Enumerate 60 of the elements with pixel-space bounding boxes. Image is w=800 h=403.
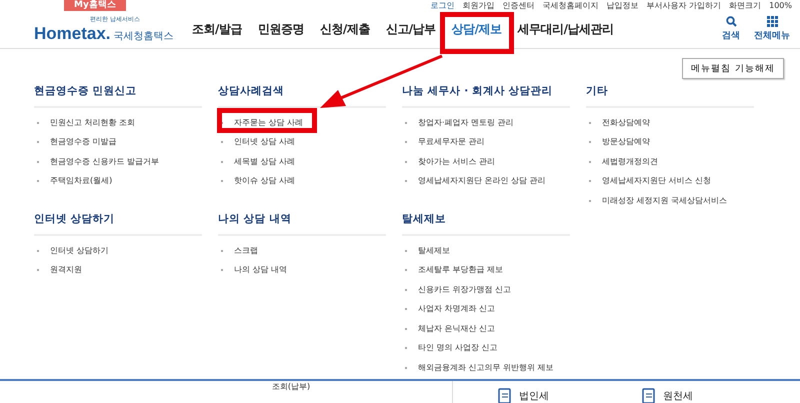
menu-item[interactable]: 영세납세자지원단 서비스 신청	[586, 171, 754, 191]
nav-tab[interactable]: 신고/납부	[378, 20, 444, 38]
menu-group-title: 인터넷 상담하기	[34, 206, 202, 236]
menu-item[interactable]: 현금영수증 미발급	[34, 132, 202, 152]
nav-tab[interactable]: 세무대리/납세관리	[510, 20, 622, 38]
top-link[interactable]: 인증센터	[502, 1, 535, 11]
top-link[interactable]: 100%	[769, 1, 792, 11]
document-icon	[641, 387, 657, 403]
menu-item[interactable]: 사업자 차명계좌 신고	[402, 299, 570, 319]
menu-item[interactable]: 민원신고 처리현황 조회	[34, 112, 202, 132]
menu-item[interactable]: 영세납세자지원단 온라인 상담 관리	[402, 171, 570, 191]
menu-group-title: 기타	[586, 78, 754, 108]
menu-group-title: 나눔 세무사 · 회계사 상담관리	[402, 78, 570, 108]
menu-item[interactable]: 미래성장 세정지원 국세상담서비스	[586, 190, 754, 210]
top-link[interactable]: 납입정보	[606, 1, 639, 11]
top-link[interactable]: 로그인	[430, 1, 455, 11]
menu-item[interactable]: 방문상담예약	[586, 132, 754, 152]
menu-item[interactable]: 타인 명의 사업장 신고	[402, 338, 570, 358]
menu-item[interactable]: 주택임차료(월세)	[34, 171, 202, 191]
document-icon	[497, 387, 513, 403]
search-icon	[726, 16, 736, 28]
top-link[interactable]: 회원가입	[462, 1, 495, 11]
menu-item[interactable]: 스크랩	[218, 240, 386, 260]
menu-group-title: 탈세제보	[402, 206, 570, 236]
menu-item[interactable]: 원격지원	[34, 260, 202, 280]
menu-item[interactable]: 자주묻는 상담 사례	[218, 112, 386, 132]
menu-item[interactable]: 나의 상담 내역	[218, 260, 386, 280]
shortcut-link[interactable]: 법인세	[497, 380, 597, 403]
nav-tab[interactable]: 신청/제출	[312, 20, 378, 38]
menu-item[interactable]: 인터넷 상담하기	[34, 240, 202, 260]
menu-item[interactable]: 세목별 상담 사례	[218, 152, 386, 172]
menu-item[interactable]: 전화상담예약	[586, 112, 754, 132]
menu-item[interactable]: 세법령개정의견	[586, 152, 754, 172]
menu-group-title: 현금영수증 민원신고	[34, 78, 202, 108]
menu-item[interactable]: 신용카드 위장가맹점 신고	[402, 280, 570, 300]
menu-item[interactable]: 해외금융계좌 신고의무 위반행위 제보	[402, 358, 570, 378]
nav-tab[interactable]: 민원증명	[250, 20, 312, 38]
all-menu-button[interactable]: 전체메뉴	[754, 16, 790, 42]
menu-collapse-button[interactable]: 메뉴펼침 기능해제	[682, 58, 784, 79]
logo-wordmark[interactable]: Hometax.	[34, 24, 111, 44]
menu-item[interactable]: 체납자 은닉재산 신고	[402, 318, 570, 338]
menu-item[interactable]: 인터넷 상담 사례	[218, 132, 386, 152]
top-link[interactable]: 화면크기	[729, 1, 762, 11]
nav-tab[interactable]: 조회/발급	[184, 20, 250, 38]
menu-item[interactable]: 조세탈루 부당환급 제보	[402, 260, 570, 280]
menu-item[interactable]: 찾아가는 서비스 관리	[402, 152, 570, 172]
grid-menu-icon	[766, 16, 778, 28]
top-link[interactable]: 국세청홈페이지	[542, 1, 599, 11]
menu-item[interactable]: 창업자·폐업자 멘토링 관리	[402, 112, 570, 132]
menu-item[interactable]: 탈세제보	[402, 240, 570, 260]
menu-group-title: 나의 상담 내역	[218, 206, 386, 236]
shortcut-link[interactable]: 원천세	[641, 380, 741, 403]
menu-item[interactable]: 현금영수증 신용카드 발급거부	[34, 152, 202, 172]
menu-item[interactable]: 무료세무자문 관리	[402, 132, 570, 152]
top-link[interactable]: 부서사용자 가입하기	[646, 1, 722, 11]
nav-tab[interactable]: 상담/제보	[444, 20, 510, 38]
menu-item[interactable]: 핫이슈 상담 사례	[218, 171, 386, 191]
search-button[interactable]: 검색	[722, 16, 740, 42]
footer-label: 조회(납부)	[270, 380, 310, 393]
logo-name[interactable]: 국세청홈택스	[114, 28, 174, 43]
